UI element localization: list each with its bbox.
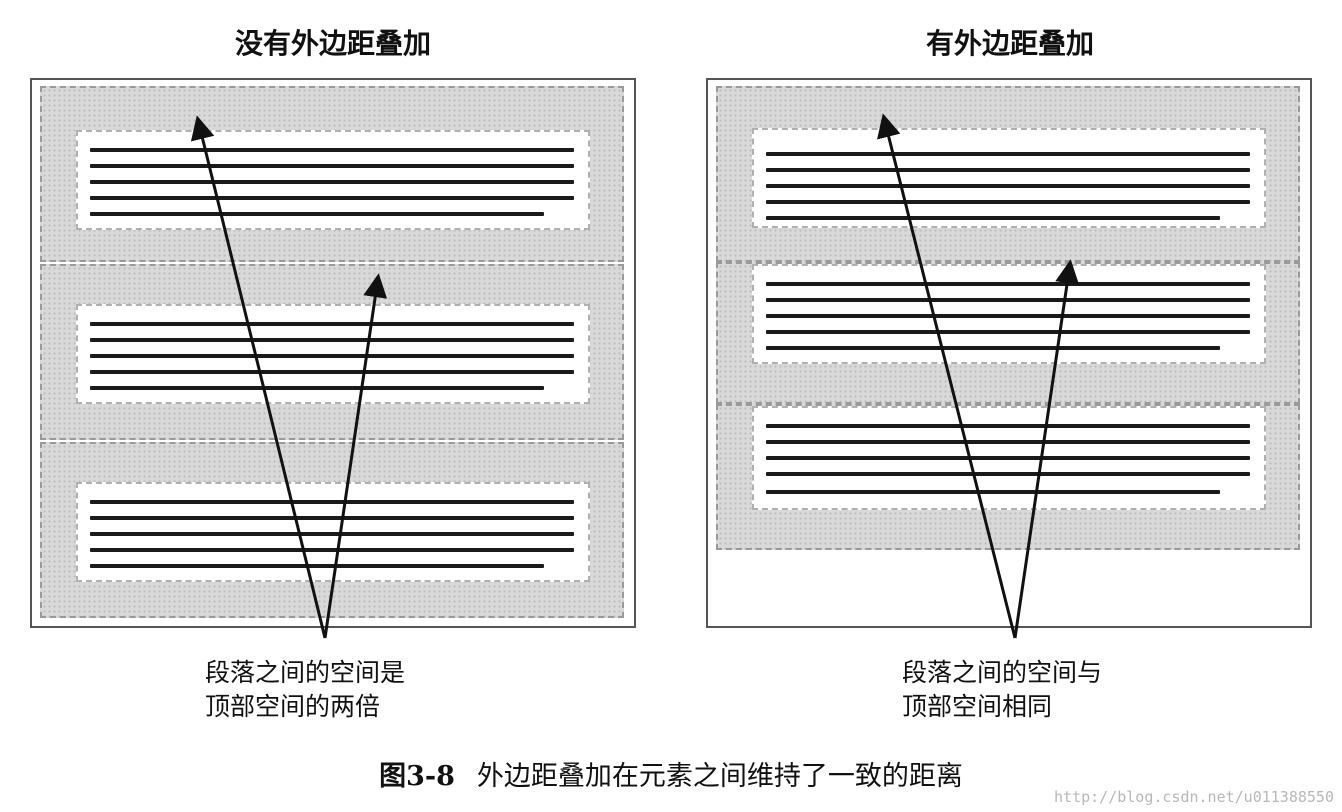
figure-number: 图3-8: [379, 761, 455, 792]
left-arrow-to-top: [190, 115, 327, 639]
right-arrow-to-gap: [1013, 259, 1080, 639]
arrows-layer: [190, 113, 1080, 639]
left-caption-line-1: 段落之间的空间是: [205, 658, 406, 687]
figure-caption-text: 外边距叠加在元素之间维持了一致的距离: [476, 761, 963, 792]
right-arrow-to-top: [877, 113, 1017, 639]
watermark-url: http://blog.csdn.net/u011388550: [1054, 788, 1334, 806]
right-caption-line-2: 顶部空间相同: [902, 692, 1053, 721]
left-caption: 段落之间的空间是 顶部空间的两倍: [205, 656, 405, 724]
left-caption-line-2: 顶部空间的两倍: [205, 692, 381, 721]
right-caption-line-1: 段落之间的空间与: [902, 658, 1103, 687]
left-arrow-to-gap: [323, 273, 388, 639]
right-caption: 段落之间的空间与 顶部空间相同: [902, 656, 1102, 724]
